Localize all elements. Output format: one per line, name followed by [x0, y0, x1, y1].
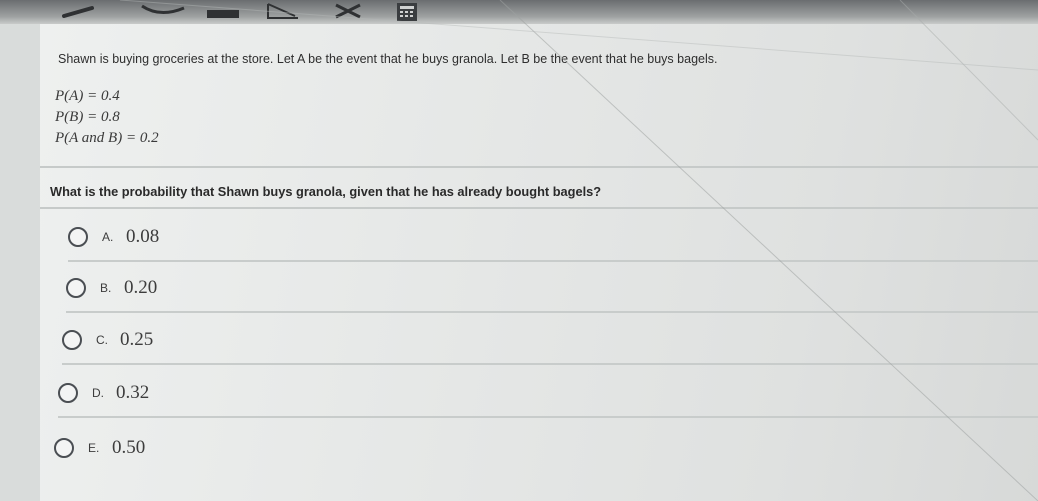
option-letter: E. [88, 441, 100, 455]
flag-icon[interactable] [265, 2, 301, 20]
problem-stem: Shawn is buying groceries at the store. … [58, 52, 718, 66]
given-line: P(A and B) = 0.2 [55, 130, 159, 146]
option-value: 0.32 [116, 382, 150, 403]
answer-option-b[interactable]: B. 0.20 [66, 265, 1038, 313]
question-prompt: What is the probability that Shawn buys … [50, 184, 602, 199]
answer-option-e[interactable]: E. 0.50 [54, 424, 1038, 472]
pencil-icon[interactable] [62, 2, 102, 20]
answer-option-d[interactable]: D. 0.32 [58, 370, 1038, 418]
cross-out-icon[interactable] [333, 2, 363, 20]
radio-button[interactable] [62, 330, 82, 350]
option-letter: B. [100, 281, 112, 295]
option-letter: C. [96, 333, 108, 347]
option-value: 0.50 [112, 437, 146, 458]
given-line: P(B) = 0.8 [55, 109, 120, 125]
option-value: 0.20 [124, 277, 158, 298]
toolbar [0, 0, 1038, 24]
answer-option-a[interactable]: A. 0.08 [68, 214, 1038, 262]
radio-button[interactable] [58, 383, 78, 403]
option-value: 0.08 [126, 226, 160, 247]
radio-button[interactable] [68, 227, 88, 247]
highlighter-icon[interactable] [205, 2, 241, 20]
line-icon[interactable] [140, 2, 186, 20]
calculator-icon[interactable] [396, 2, 418, 21]
answer-option-c[interactable]: C. 0.25 [62, 317, 1038, 365]
divider [40, 166, 1038, 168]
option-value: 0.25 [120, 329, 154, 350]
divider [40, 207, 1038, 209]
option-letter: A. [102, 230, 114, 244]
given-line: P(A) = 0.4 [55, 88, 120, 104]
radio-button[interactable] [54, 438, 74, 458]
radio-button[interactable] [66, 278, 86, 298]
option-letter: D. [92, 386, 104, 400]
